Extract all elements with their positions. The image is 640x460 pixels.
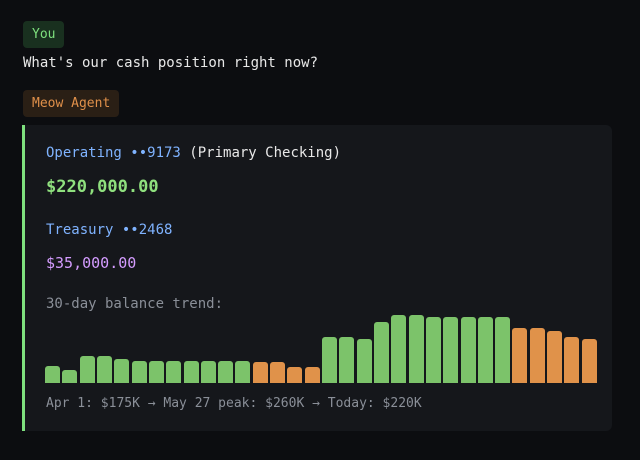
treasury-balance: $35,000.00: [46, 254, 137, 272]
trend-bar: [357, 339, 373, 383]
treasury-account-name[interactable]: Treasury ••2468: [46, 222, 172, 238]
trend-bar: [547, 331, 563, 383]
trend-bar: [530, 328, 546, 383]
trend-bar: [45, 366, 61, 383]
trend-bar: [253, 362, 269, 383]
trend-bar: [564, 337, 580, 383]
trend-bar: [132, 361, 148, 383]
operating-balance: $220,000.00: [46, 177, 159, 197]
trend-bar: [184, 361, 200, 383]
trend-bar: [461, 317, 477, 383]
trend-bar: [478, 317, 494, 383]
trend-label: 30-day balance trend:: [46, 296, 224, 312]
trend-summary: Apr 1: $175K → May 27 peak: $260K → Toda…: [46, 396, 422, 411]
trend-bar: [426, 317, 442, 383]
trend-bar: [149, 361, 165, 383]
trend-bar: [166, 361, 182, 383]
trend-bar: [512, 328, 528, 383]
trend-bar: [218, 361, 234, 383]
trend-bar: [374, 322, 390, 383]
agent-response-card: Operating ••9173 (Primary Checking) $220…: [22, 125, 612, 431]
operating-account-line: Operating ••9173 (Primary Checking): [46, 145, 341, 161]
agent-tag: Meow Agent: [23, 90, 120, 117]
trend-bar: [322, 337, 338, 383]
trend-bar: [391, 315, 407, 383]
trend-bar: [270, 362, 286, 383]
trend-bar: [97, 356, 113, 383]
operating-account-description: (Primary Checking): [189, 145, 342, 161]
trend-bar: [495, 317, 511, 383]
trend-bar: [201, 361, 217, 383]
trend-bar: [287, 367, 303, 383]
trend-bar: [114, 359, 130, 383]
trend-bar: [305, 367, 321, 383]
trend-bar: [339, 337, 355, 383]
user-tag: You: [23, 21, 65, 48]
user-message: What's our cash position right now?: [23, 55, 319, 71]
trend-bar: [62, 370, 78, 383]
trend-bar: [409, 315, 425, 383]
trend-bar: [235, 361, 251, 383]
trend-bar: [582, 339, 598, 383]
chat-view: You What's our cash position right now? …: [0, 0, 640, 460]
operating-account-name[interactable]: Operating ••9173: [46, 145, 181, 161]
trend-bar: [443, 317, 459, 383]
balance-trend-chart: [45, 315, 599, 383]
trend-bar: [80, 356, 96, 383]
